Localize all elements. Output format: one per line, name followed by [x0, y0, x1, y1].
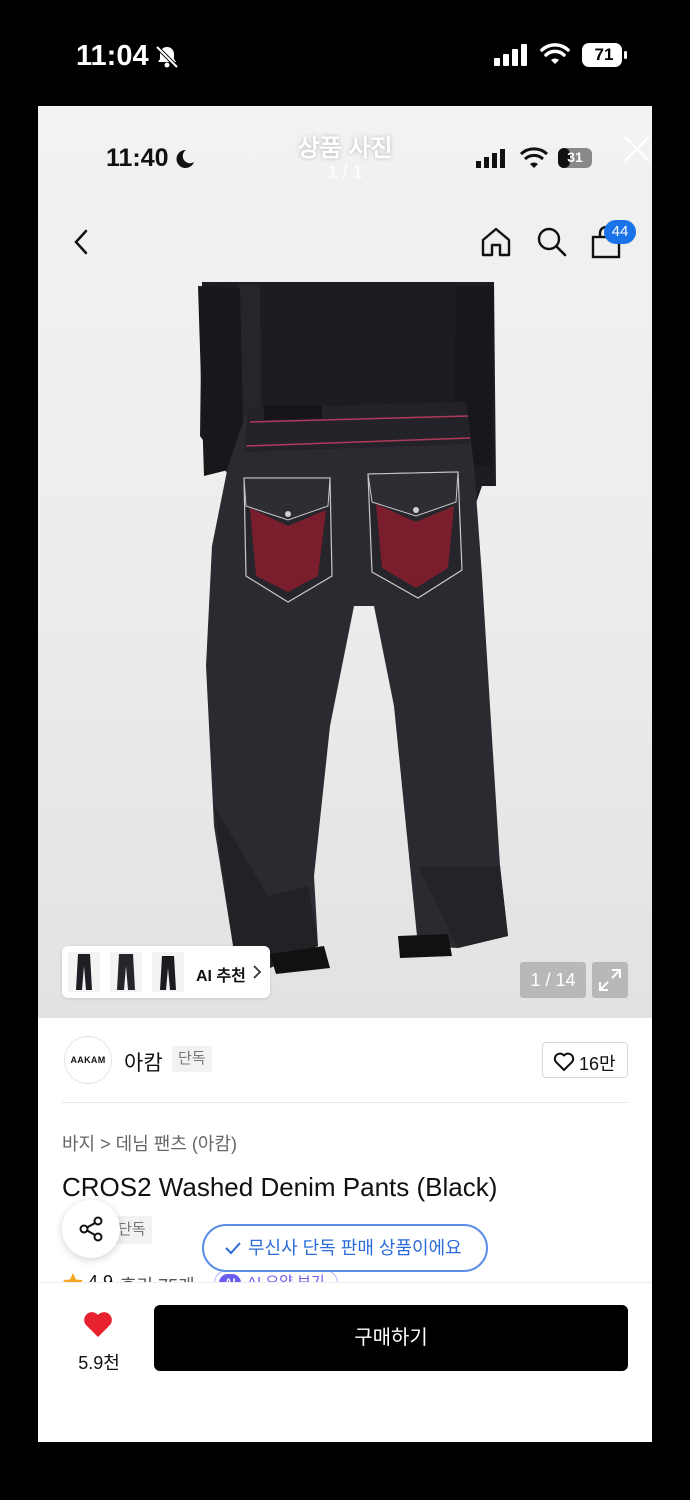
signal-icon — [494, 44, 527, 66]
buy-button[interactable]: 구매하기 — [154, 1305, 628, 1371]
ai-recommend-label[interactable]: AI 추천 — [196, 962, 246, 986]
wifi-icon — [540, 43, 570, 64]
divider — [62, 1102, 628, 1103]
share-button[interactable] — [62, 1200, 120, 1258]
heart-outline-icon — [553, 1052, 575, 1071]
product-photo[interactable]: 상품 사진 1 / 1 11:40 31 44 AI 추천 1 / 14 — [38, 106, 652, 1018]
wish-count: 5.9천 — [78, 1353, 120, 1373]
purchase-bar: 5.9천 구매하기 — [38, 1282, 652, 1442]
brand-name[interactable]: 아캄 — [124, 1047, 163, 1077]
inner-status-time: 11:40 — [106, 144, 169, 172]
bell-off-icon — [155, 45, 179, 69]
search-icon[interactable] — [536, 226, 568, 258]
cart-count-badge: 44 — [604, 220, 636, 244]
thumbnail-2[interactable] — [110, 952, 142, 992]
inner-battery-level: 31 — [567, 149, 583, 165]
check-icon — [225, 1242, 241, 1255]
chevron-right-icon — [253, 965, 262, 979]
product-title: CROS2 Washed Denim Pants (Black) — [62, 1172, 498, 1202]
brand-logo[interactable]: AAKAM — [64, 1036, 112, 1084]
thumbnail-3[interactable] — [152, 952, 184, 992]
image-page-indicator: 1 / 14 — [520, 962, 586, 998]
photo-viewer: 상품 사진 1 / 1 11:40 31 44 AI 추천 1 / 14 AAK… — [38, 106, 652, 1442]
thumbnail-strip[interactable]: AI 추천 — [62, 946, 270, 998]
expand-icon — [599, 969, 621, 991]
brand-like-button[interactable]: 16만 — [542, 1042, 628, 1078]
brand-exclusive-tag: 단독 — [172, 1046, 212, 1072]
thumbnail-1[interactable] — [68, 952, 100, 992]
moon-icon — [176, 149, 194, 168]
share-icon — [79, 1216, 103, 1242]
exclusive-notice-text: 무신사 단독 판매 상품이에요 — [248, 1238, 462, 1258]
close-icon[interactable] — [622, 134, 652, 164]
status-time: 11:04 — [76, 40, 149, 72]
exclusive-notice-tooltip: 무신사 단독 판매 상품이에요 — [202, 1224, 488, 1272]
home-icon[interactable] — [480, 226, 512, 258]
status-bar: 11:04 71 — [0, 0, 690, 106]
heart-filled-icon[interactable] — [82, 1311, 114, 1339]
battery-level: 71 — [594, 45, 614, 64]
brand-like-count: 16만 — [579, 1054, 616, 1074]
back-arrow-icon[interactable] — [72, 228, 90, 256]
expand-button[interactable] — [592, 962, 628, 998]
breadcrumb[interactable]: 바지 > 데님 팬츠 (아캄) — [62, 1130, 237, 1156]
